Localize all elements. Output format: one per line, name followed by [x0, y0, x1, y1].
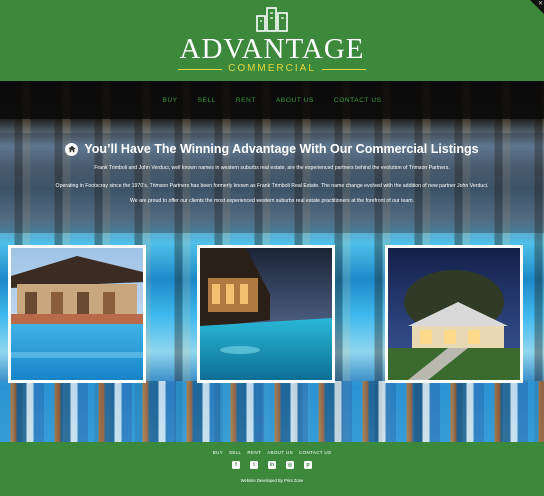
- listing-photo-night-house[interactable]: [385, 245, 523, 383]
- social-links: f t in ◎ p: [0, 461, 544, 469]
- facebook-icon[interactable]: f: [232, 461, 240, 469]
- listing-photo-pool-house[interactable]: [8, 245, 146, 383]
- buildings-logo-icon: [256, 7, 288, 32]
- night-house-image: [388, 248, 520, 380]
- pool-house-image: [11, 248, 143, 380]
- intro-paragraph: We are proud to offer our clients the mo…: [129, 198, 415, 204]
- logo-wordmark: ADVANTAGE: [179, 33, 365, 65]
- footer-nav-rent[interactable]: RENT: [247, 450, 261, 456]
- water-reflection: [0, 381, 544, 442]
- nav-about-us[interactable]: ABOUT US: [266, 94, 324, 108]
- nav-sell[interactable]: SELL: [188, 94, 226, 108]
- footer-nav-contact-us[interactable]: CONTACT US: [299, 450, 331, 456]
- listing-photo-infinity-pool[interactable]: [197, 245, 335, 383]
- intro-heading: You’ll Have The Winning Advantage With O…: [0, 141, 544, 157]
- main-nav: BUY SELL RENT ABOUT US CONTACT US: [0, 94, 544, 108]
- instagram-icon[interactable]: ◎: [286, 461, 294, 469]
- page-title: You’ll Have The Winning Advantage With O…: [84, 142, 479, 156]
- footer-nav-about-us[interactable]: ABOUT US: [267, 450, 293, 456]
- logo-rule-right: [322, 69, 366, 70]
- nav-buy[interactable]: BUY: [152, 94, 187, 108]
- intro-paragraph: Operating in Footscray since the 1970’s,…: [55, 183, 489, 189]
- site-footer: BUY SELL RENT ABOUT US CONTACT US f t in…: [0, 442, 544, 496]
- linkedin-icon[interactable]: in: [268, 461, 276, 469]
- home-icon: [65, 142, 79, 156]
- nav-rent[interactable]: RENT: [226, 94, 266, 108]
- twitter-icon[interactable]: t: [250, 461, 258, 469]
- pinterest-icon[interactable]: p: [304, 461, 312, 469]
- nav-contact-us[interactable]: CONTACT US: [324, 94, 392, 108]
- infinity-pool-image: [200, 248, 332, 380]
- close-icon[interactable]: ✕: [538, 0, 543, 7]
- intro-paragraph: Frank Trimboli and John Verduci, well kn…: [94, 165, 450, 171]
- site-header: ADVANTAGE COMMERCIAL ✕: [0, 0, 544, 81]
- footer-nav: BUY SELL RENT ABOUT US CONTACT US: [0, 450, 544, 456]
- site-logo[interactable]: ADVANTAGE COMMERCIAL: [166, 6, 378, 76]
- footer-nav-sell[interactable]: SELL: [229, 450, 241, 456]
- footer-nav-buy[interactable]: BUY: [213, 450, 223, 456]
- developer-credit[interactable]: Website Developed By Print Zone: [0, 478, 544, 484]
